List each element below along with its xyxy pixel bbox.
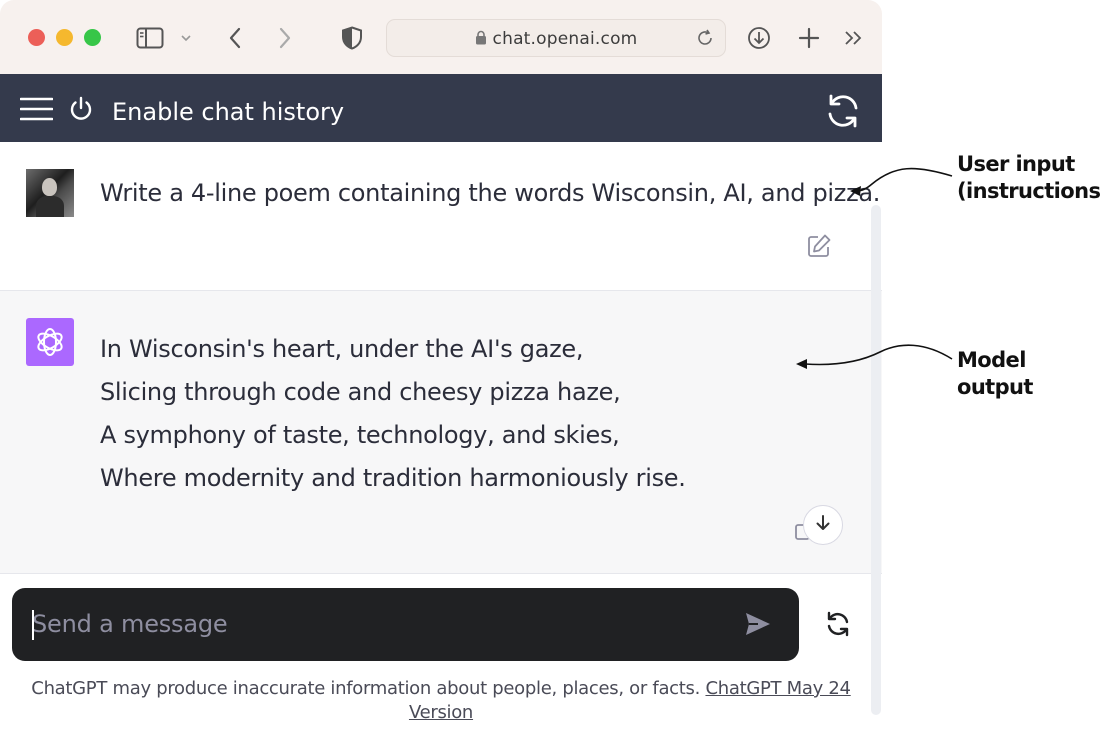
annotation-label: (instructions): [957, 179, 1100, 203]
annotation-arrows: [796, 167, 953, 369]
user-input-annotation: User input (instructions): [957, 151, 1100, 205]
annotation-label: User input: [957, 152, 1075, 176]
model-output-annotation: Model output: [957, 348, 1033, 399]
